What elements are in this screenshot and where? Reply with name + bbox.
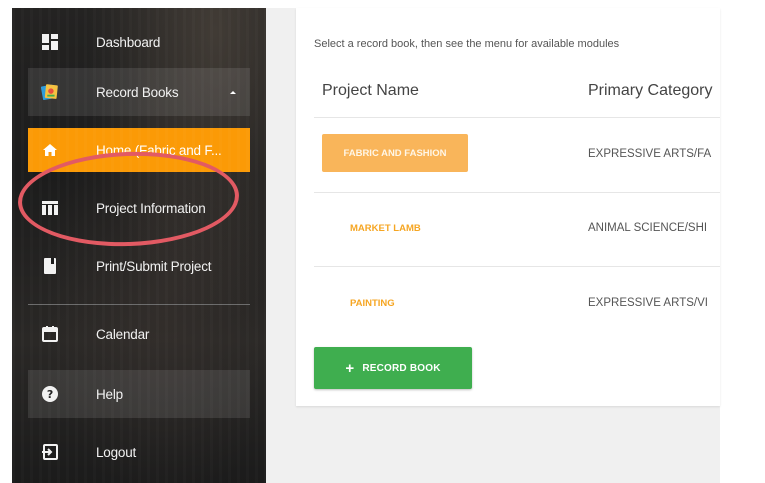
sidebar-item-dashboard[interactable]: Dashboard [12,18,266,66]
project-link-market-lamb[interactable]: MARKET LAMB [350,223,421,234]
table-divider [314,117,720,118]
sidebar-item-print-submit[interactable]: Print/Submit Project [12,242,266,290]
sidebar-item-help[interactable]: ? Help [28,370,250,418]
category-cell: ANIMAL SCIENCE/SHI [588,222,708,234]
record-books-icon [40,82,60,102]
help-icon: ? [40,384,60,404]
category-cell: EXPRESSIVE ARTS/VI [588,297,708,309]
calendar-icon [40,324,60,344]
category-cell: EXPRESSIVE ARTS/FA [588,148,712,160]
project-link-painting[interactable]: PAINTING [350,298,395,309]
book-icon [40,256,60,276]
home-icon [40,140,60,160]
add-record-book-button[interactable]: + RECORD BOOK [314,347,472,389]
main-content: Select a record book, then see the menu … [266,8,720,483]
sidebar-item-logout[interactable]: Logout [12,428,266,476]
plus-icon: + [345,359,355,377]
instruction-text: Select a record book, then see the menu … [314,38,620,50]
table-divider [314,192,720,193]
sidebar-item-label: Logout [96,444,137,460]
sidebar-item-label: Print/Submit Project [96,258,212,274]
sidebar-item-label: Help [96,386,123,402]
table-divider [314,266,720,267]
record-books-card: Select a record book, then see the menu … [296,8,720,406]
sidebar-item-calendar[interactable]: Calendar [12,310,266,358]
column-header-project-name: Project Name [322,82,419,99]
project-link-fabric-and-fashion[interactable]: FABRIC AND FASHION [322,134,468,172]
add-record-book-label: RECORD BOOK [362,362,441,374]
svg-text:?: ? [47,388,53,401]
sidebar-item-label: Record Books [96,84,179,100]
logout-icon [40,442,60,462]
sidebar-divider [28,304,250,305]
chevron-up-icon[interactable] [230,91,236,94]
sidebar-item-label: Calendar [96,326,150,342]
sidebar-item-record-books[interactable]: Record Books [28,68,250,116]
sidebar-item-label: Dashboard [96,34,161,50]
column-header-primary-category: Primary Category [588,82,713,99]
dashboard-icon [40,32,60,52]
